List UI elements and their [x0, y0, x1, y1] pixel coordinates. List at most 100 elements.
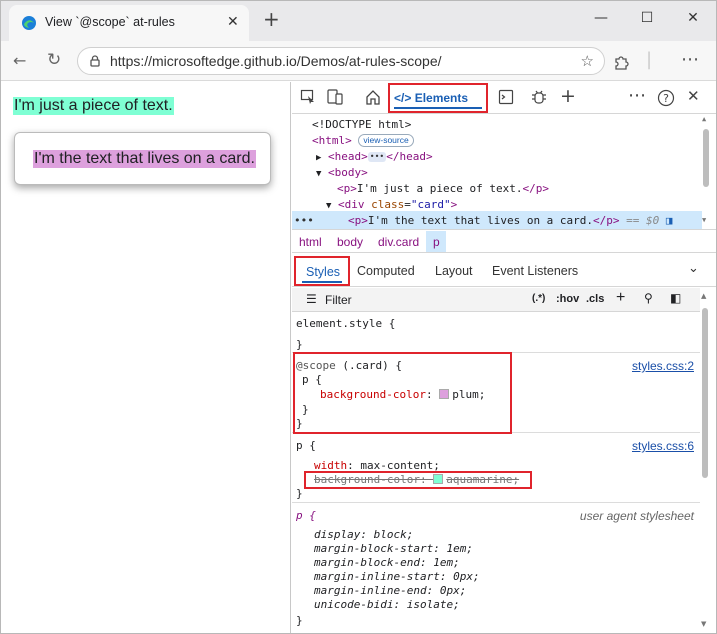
help-icon[interactable]: ? — [657, 89, 675, 107]
close-window-icon[interactable]: ✕ — [683, 10, 703, 26]
styles-scrollbar-thumb[interactable] — [702, 308, 708, 478]
ua-declaration-margin-block-end: margin-block-end: 1em; — [314, 556, 460, 569]
breadcrumb: html body div.card p — [292, 231, 716, 253]
user-agent-stylesheet-label: user agent stylesheet — [579, 509, 694, 523]
layer-badge-icon[interactable]: ◨ — [666, 214, 673, 227]
ua-declaration-margin-block-start: margin-block-start: 1em; — [314, 542, 473, 555]
toolbar-divider: | — [646, 49, 653, 70]
browser-window: View `@scope` at-rules ✕ + — ☐ ✕ ← ↻ htt… — [0, 0, 717, 634]
more-tools-plus-icon[interactable]: + — [560, 85, 576, 107]
scroll-down-arrow-icon[interactable]: ▼ — [701, 620, 706, 628]
scroll-up-arrow-icon[interactable]: ▲ — [701, 292, 706, 300]
settings-more-icon[interactable]: ⋯ — [681, 49, 699, 70]
inspect-element-icon[interactable] — [300, 89, 316, 105]
ua-declaration-margin-inline-end: margin-inline-end: 0px; — [314, 584, 467, 597]
dom-p-card-node[interactable]: <p>I'm the text that lives on a card.</p… — [348, 213, 673, 229]
dom-head-node[interactable]: ▶ <head> ••• </head> — [316, 149, 433, 165]
customize-more-icon[interactable]: ⋯ — [628, 85, 646, 106]
dom-div-card-node[interactable]: ▼ <div class="card"> — [326, 197, 457, 213]
dom-p-plain-node[interactable]: <p>I'm just a piece of text.</p> — [337, 181, 549, 197]
address-bar[interactable]: https://microsoftedge.github.io/Demos/at… — [77, 47, 605, 75]
breadcrumb-html[interactable]: html — [299, 235, 322, 249]
tab-styles-label: Styles — [306, 265, 341, 279]
breadcrumb-div-card[interactable]: div.card — [378, 235, 419, 249]
address-bar-row: ← ↻ https://microsoftedge.github.io/Demo… — [1, 41, 716, 81]
rule-close-brace: } — [296, 338, 303, 351]
user-agent-rule[interactable]: p { user agent stylesheet display: block… — [292, 504, 700, 634]
new-tab-icon[interactable]: + — [263, 9, 280, 29]
tab-elements[interactable]: </> Elements — [388, 83, 488, 113]
overridden-declaration-highlight-box — [304, 471, 532, 489]
ua-rule-selector[interactable]: p { — [296, 509, 316, 523]
source-link-styles-css-6[interactable]: styles.css:6 — [632, 439, 694, 453]
tab-layout[interactable]: Layout — [435, 264, 473, 278]
filter-icon: ☰ — [306, 292, 317, 306]
lock-icon[interactable] — [88, 54, 102, 68]
tab-close-icon[interactable]: ✕ — [227, 14, 239, 30]
dom-scrollbar-thumb[interactable] — [703, 129, 709, 187]
tab-title: View `@scope` at-rules — [45, 15, 175, 29]
minimize-icon[interactable]: — — [591, 10, 611, 26]
element-style-rule[interactable]: element.style { } — [292, 313, 700, 353]
card-paragraph: I'm the text that lives on a card. — [33, 150, 256, 168]
collapsed-ellipsis-badge[interactable]: ••• — [367, 152, 387, 162]
browser-tab[interactable]: View `@scope` at-rules ✕ — [9, 5, 249, 41]
collapse-triangle-icon[interactable]: ▼ — [326, 201, 331, 211]
device-emulation-icon[interactable] — [326, 88, 344, 106]
welcome-home-icon[interactable] — [364, 88, 382, 106]
scope-rule-highlight-box — [293, 352, 512, 434]
tab-computed[interactable]: Computed — [357, 264, 415, 278]
styles-filter-bar: ☰ Filter (.*) :hov .cls + ⚲ ◧ — [292, 288, 700, 312]
p-rule[interactable]: p { styles.css:6 width: max-content; bac… — [292, 434, 700, 503]
sources-bug-icon[interactable] — [530, 88, 548, 106]
dom-tree: <!DOCTYPE html> <html> view-source ▶ <he… — [292, 115, 716, 230]
tab-event-listeners[interactable]: Event Listeners — [492, 264, 578, 278]
back-arrow-icon[interactable]: ← — [13, 51, 26, 70]
hov-toggle[interactable]: :hov — [556, 293, 579, 305]
refresh-icon[interactable]: ↻ — [47, 50, 61, 70]
p-rule-selector[interactable]: p { — [296, 439, 316, 453]
regex-toggle[interactable]: (.*) — [532, 293, 545, 304]
maximize-icon[interactable]: ☐ — [637, 10, 657, 26]
cls-toggle[interactable]: .cls — [586, 293, 604, 305]
devtools-toolbar: </> Elements + ⋯ ? ✕ — [292, 82, 716, 114]
chevron-down-icon[interactable]: ⌄ — [688, 260, 699, 276]
card: I'm the text that lives on a card. — [14, 132, 271, 185]
breadcrumb-body[interactable]: body — [337, 235, 363, 249]
close-devtools-icon[interactable]: ✕ — [687, 87, 700, 105]
dom-doctype[interactable]: <!DOCTYPE html> — [312, 117, 411, 133]
toggle-sidebar-icon[interactable]: ◧ — [670, 291, 681, 305]
dollar-zero-reference: == $0 — [626, 214, 660, 227]
ua-declaration-display: display: block; — [314, 528, 414, 541]
styles-pane: element.style { } @scope (.card) { style… — [292, 313, 700, 633]
tab-styles[interactable]: Styles — [294, 256, 350, 286]
p-rule-close: } — [296, 487, 303, 500]
source-link-styles-css-2[interactable]: styles.css:2 — [632, 359, 694, 373]
extensions-icon[interactable] — [613, 52, 631, 70]
code-brackets-icon: </> — [394, 91, 412, 105]
console-icon[interactable] — [498, 89, 514, 105]
filter-input[interactable]: Filter — [325, 293, 352, 307]
rule-selector[interactable]: element.style { — [296, 317, 395, 331]
scroll-down-arrow-icon[interactable]: ▼ — [702, 216, 706, 224]
scroll-up-arrow-icon[interactable]: ▲ — [702, 115, 706, 123]
active-tab-underline — [302, 281, 342, 283]
dom-html-node[interactable]: <html> view-source — [312, 133, 414, 149]
favorite-star-icon[interactable]: ☆ — [581, 52, 594, 70]
breadcrumb-p[interactable]: p — [433, 235, 440, 249]
expand-triangle-icon[interactable]: ▶ — [316, 153, 321, 163]
collapse-triangle-icon[interactable]: ▼ — [316, 169, 321, 179]
dom-gutter-dots[interactable]: ••• — [294, 213, 314, 229]
ua-rule-close: } — [296, 614, 303, 627]
dom-body-node[interactable]: ▼ <body> — [316, 165, 368, 181]
url-text[interactable]: https://microsoftedge.github.io/Demos/at… — [110, 53, 442, 69]
ua-declaration-margin-inline-start: margin-inline-start: 0px; — [314, 570, 480, 583]
new-style-rule-icon[interactable]: + — [616, 289, 625, 307]
active-tab-underline — [394, 107, 482, 109]
plain-paragraph: I'm just a piece of text. — [13, 97, 174, 115]
styles-tabbar: Styles Computed Layout Event Listeners ⌄ — [292, 254, 716, 287]
paint-brush-icon[interactable]: ⚲ — [644, 291, 653, 305]
tab-elements-label: Elements — [414, 91, 469, 105]
svg-text:?: ? — [663, 92, 669, 105]
view-source-badge[interactable]: view-source — [358, 134, 414, 147]
